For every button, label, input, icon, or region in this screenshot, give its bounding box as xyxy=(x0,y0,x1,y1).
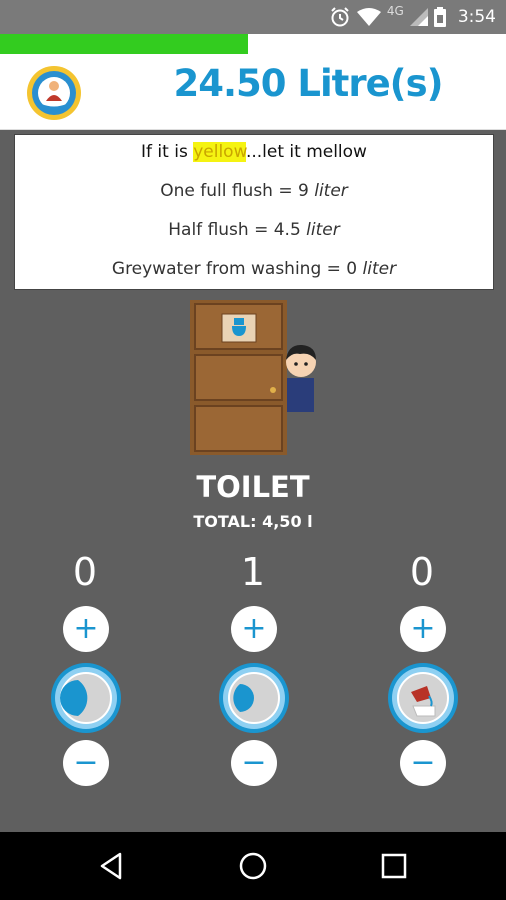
half-flush-counter: 1 + − xyxy=(203,550,303,790)
app-logo-icon[interactable] xyxy=(26,65,82,121)
signal-icon xyxy=(409,8,428,26)
mellow-tip-prefix: If it is xyxy=(141,142,194,162)
half-flush-increment-button[interactable]: + xyxy=(231,606,277,652)
greywater-label: Greywater from washing = 0 xyxy=(111,259,363,279)
recents-icon[interactable] xyxy=(378,850,410,882)
mellow-tip-suffix: ...let it mellow xyxy=(245,142,367,162)
mellow-tip: If it is yellow...let it mellow xyxy=(15,142,493,162)
full-flush-count: 0 xyxy=(72,550,98,594)
half-flush-icon[interactable] xyxy=(218,662,290,734)
full-flush-label: One full flush = 9 xyxy=(160,181,315,201)
total-litres-title: 24.50 Litre(s) xyxy=(173,62,443,105)
full-flush-increment-button[interactable]: + xyxy=(63,606,109,652)
half-flush-unit: liter xyxy=(306,220,340,240)
usage-progress-fill xyxy=(0,34,248,54)
greywater-bucket-icon[interactable] xyxy=(387,662,459,734)
wifi-icon xyxy=(356,8,381,26)
room-total: TOTAL: 4,50 l xyxy=(193,512,313,531)
full-flush-unit: liter xyxy=(314,181,348,201)
half-flush-decrement-button[interactable]: − xyxy=(231,740,277,786)
half-flush-label: Half flush = 4.5 xyxy=(168,220,307,240)
status-icons: 4G 3:54 xyxy=(329,4,496,29)
flush-info-card: If it is yellow...let it mellow One full… xyxy=(14,134,494,290)
half-flush-count: 1 xyxy=(240,550,266,594)
full-flush-counter: 0 + − xyxy=(35,550,135,790)
system-navigation-bar xyxy=(0,832,506,900)
full-flush-info: One full flush = 9 liter xyxy=(15,181,493,201)
full-flush-icon[interactable] xyxy=(50,662,122,734)
network-type-label: 4G xyxy=(386,4,404,18)
half-flush-info: Half flush = 4.5 liter xyxy=(15,220,493,240)
room-title: TOILET xyxy=(196,470,310,504)
greywater-count: 0 xyxy=(409,550,435,594)
back-icon[interactable] xyxy=(96,850,128,882)
home-icon[interactable] xyxy=(237,850,269,882)
greywater-decrement-button[interactable]: − xyxy=(400,740,446,786)
greywater-counter: 0 + − xyxy=(372,550,472,790)
greywater-unit: liter xyxy=(362,259,397,279)
status-bar: 4G 3:54 xyxy=(0,0,506,34)
greywater-increment-button[interactable]: + xyxy=(400,606,446,652)
usage-progress-bar xyxy=(0,34,506,54)
greywater-info: Greywater from washing = 0 liter xyxy=(15,259,493,279)
toilet-door-illustration xyxy=(190,300,316,455)
clock: 3:54 xyxy=(457,7,496,27)
alarm-icon xyxy=(331,7,349,27)
mellow-tip-highlight: yellow xyxy=(193,142,246,162)
app-header: 24.50 Litre(s) xyxy=(0,54,506,130)
battery-icon xyxy=(433,7,446,27)
full-flush-decrement-button[interactable]: − xyxy=(63,740,109,786)
